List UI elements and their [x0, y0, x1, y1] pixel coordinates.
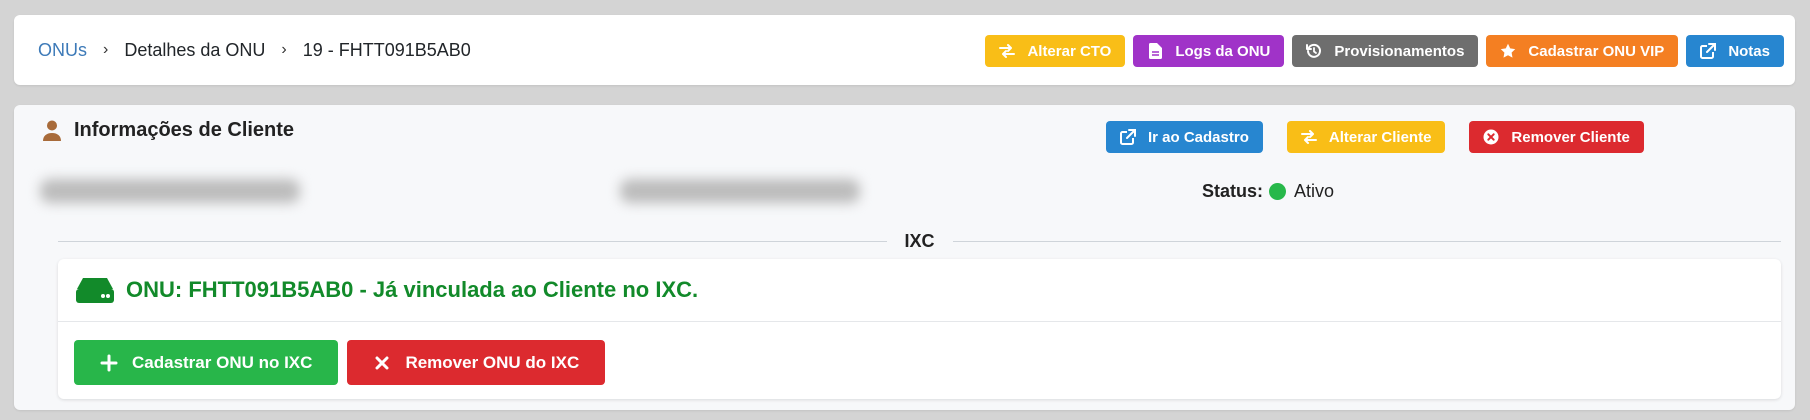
external-link-icon	[1700, 43, 1717, 59]
breadcrumb-onus-link[interactable]: ONUs	[38, 40, 87, 61]
ixc-onu-header: ONU: FHTT091B5AB0 - Já vinculada ao Clie…	[58, 259, 1781, 322]
ixc-section-label: IXC	[904, 230, 935, 251]
remover-onu-ixc-label: Remover ONU do IXC	[405, 352, 580, 372]
remover-onu-ixc-button[interactable]: Remover ONU do IXC	[347, 340, 606, 385]
client-actions: Ir ao Cadastro Alterar Cliente Remover C…	[1106, 121, 1644, 153]
x-circle-icon	[1483, 129, 1499, 145]
alterar-cto-label: Alterar CTO	[1027, 42, 1112, 60]
remover-cliente-button[interactable]: Remover Cliente	[1469, 121, 1644, 153]
status-value: Ativo	[1294, 181, 1335, 201]
client-info-heading: Informações de Cliente	[42, 119, 294, 142]
breadcrumb: ONUs › Detalhes da ONU › 19 - FHTT091B5A…	[38, 15, 471, 85]
breadcrumb-current: 19 - FHTT091B5AB0	[302, 39, 471, 60]
status-indicator-icon	[1269, 183, 1287, 200]
alterar-cto-button[interactable]: Alterar CTO	[985, 35, 1126, 67]
breadcrumb-separator: ›	[281, 41, 287, 58]
alterar-cliente-label: Alterar Cliente	[1328, 128, 1432, 146]
ir-ao-cadastro-button[interactable]: Ir ao Cadastro	[1106, 121, 1263, 153]
notas-label: Notas	[1728, 42, 1770, 60]
client-info-panel: Informações de Cliente Ir ao Cadastro Al…	[14, 105, 1795, 410]
status-label: Status:	[1202, 181, 1264, 201]
client-id-redacted	[620, 179, 860, 203]
exchange-icon	[1300, 129, 1317, 145]
user-icon	[42, 120, 62, 142]
header-bar: ONUs › Detalhes da ONU › 19 - FHTT091B5A…	[14, 15, 1795, 85]
notas-button[interactable]: Notas	[1686, 35, 1784, 67]
ixc-onu-card: ONU: FHTT091B5AB0 - Já vinculada ao Clie…	[58, 259, 1781, 399]
times-icon	[373, 354, 391, 372]
cadastrar-onu-ixc-label: Cadastrar ONU no IXC	[132, 352, 313, 372]
external-link-icon	[1120, 129, 1136, 145]
file-icon	[1147, 43, 1163, 59]
provisionamentos-label: Provisionamentos	[1334, 42, 1465, 60]
remover-cliente-label: Remover Cliente	[1511, 128, 1630, 146]
ixc-actions: Cadastrar ONU no IXC Remover ONU do IXC	[74, 340, 606, 385]
hdd-icon	[76, 276, 114, 304]
divider-line	[58, 240, 887, 242]
cadastrar-onu-vip-label: Cadastrar ONU VIP	[1528, 42, 1665, 60]
client-name-redacted	[40, 179, 300, 203]
history-icon	[1306, 43, 1322, 59]
star-icon	[1500, 43, 1516, 59]
exchange-icon	[999, 43, 1016, 59]
breadcrumb-separator: ›	[103, 41, 109, 58]
cadastrar-onu-vip-button[interactable]: Cadastrar ONU VIP	[1486, 35, 1679, 67]
plus-icon	[100, 354, 118, 372]
divider-line	[952, 240, 1782, 242]
header-actions: Alterar CTO Logs da ONU Provisionamentos…	[985, 35, 1784, 67]
client-status: Status: Ativo	[1202, 181, 1334, 202]
client-info-title: Informações de Cliente	[74, 119, 295, 141]
ixc-link-status-message: ONU: FHTT091B5AB0 - Já vinculada ao Clie…	[126, 277, 699, 302]
ixc-section-divider: IXC	[58, 229, 1782, 253]
logs-onu-button[interactable]: Logs da ONU	[1133, 35, 1285, 67]
ir-ao-cadastro-label: Ir ao Cadastro	[1148, 128, 1249, 146]
cadastrar-onu-ixc-button[interactable]: Cadastrar ONU no IXC	[74, 340, 339, 385]
provisionamentos-button[interactable]: Provisionamentos	[1292, 35, 1479, 67]
logs-onu-label: Logs da ONU	[1175, 42, 1271, 60]
alterar-cliente-button[interactable]: Alterar Cliente	[1286, 121, 1446, 153]
breadcrumb-detalhes: Detalhes da ONU	[124, 39, 266, 60]
